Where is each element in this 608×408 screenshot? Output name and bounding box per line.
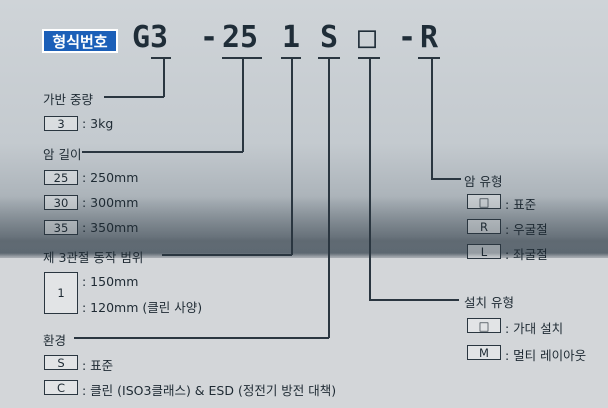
env-code-box-s: S — [44, 355, 78, 370]
install-desc-stand: : 가대 설치 — [505, 321, 564, 336]
connector-armtype-v — [431, 59, 433, 179]
payload-code-box: 3 — [44, 116, 78, 131]
env-title: 환경 — [43, 333, 67, 348]
connector-env-h — [74, 337, 329, 339]
code-dash-1: - — [200, 20, 219, 55]
armtype-code-box-r: R — [467, 219, 501, 234]
connector-payload-v — [163, 59, 165, 97]
arm-code-box-30: 30 — [44, 195, 78, 210]
code-arm-type: R — [420, 20, 439, 55]
armtype-code-box-l: L — [467, 244, 501, 259]
joint3-title: 제 3관절 동작 범위 — [43, 250, 144, 265]
arm-desc-25: : 250mm — [82, 170, 139, 185]
armtype-desc-l: : 좌굴절 — [505, 247, 548, 262]
joint3-code-box: 1 — [44, 272, 78, 314]
code-series: G3 — [132, 20, 169, 55]
connector-arm-h — [82, 151, 243, 153]
arm-desc-30: : 300mm — [82, 195, 139, 210]
connector-armtype-h — [431, 178, 461, 180]
connector-env-v — [328, 59, 330, 338]
model-number-badge: 형식번호 — [42, 29, 118, 53]
code-dash-2: - — [398, 20, 417, 55]
code-joint3-range: 1 — [282, 20, 301, 55]
env-desc-s: : 표준 — [82, 358, 114, 373]
install-desc-m: : 멀티 레이아웃 — [505, 348, 587, 363]
install-code-box-m: M — [467, 345, 501, 360]
connector-install-h — [369, 299, 459, 301]
connector-install-v — [369, 59, 371, 300]
env-desc-c: : 클린 (ISO3클래스) & ESD (정전기 방전 대책) — [82, 383, 337, 398]
code-install-type: □ — [358, 20, 377, 55]
connector-joint3-h — [162, 254, 292, 256]
payload-title: 가반 중량 — [43, 92, 93, 107]
install-code-box-stand: □ — [467, 318, 501, 333]
connector-arm-v — [242, 59, 244, 152]
armtype-title: 암 유형 — [464, 174, 503, 189]
armtype-desc-standard: : 표준 — [505, 197, 537, 212]
install-title: 설치 유형 — [464, 295, 514, 310]
arm-length-title: 암 길이 — [43, 147, 82, 162]
code-arm-length: 25 — [222, 20, 259, 55]
arm-code-box-25: 25 — [44, 170, 78, 185]
payload-desc: : 3kg — [82, 116, 114, 131]
arm-code-box-35: 35 — [44, 220, 78, 235]
arm-desc-35: : 350mm — [82, 220, 139, 235]
armtype-desc-r: : 우굴절 — [505, 222, 548, 237]
joint3-desc-2: : 120mm (클린 사양) — [82, 300, 203, 315]
env-code-box-c: C — [44, 380, 78, 395]
armtype-code-box-standard: □ — [467, 194, 501, 209]
connector-payload-h — [104, 96, 164, 98]
underline-payload — [151, 57, 171, 59]
code-environment: S — [320, 20, 339, 55]
underline-arm-type — [418, 57, 440, 59]
connector-joint3-v — [291, 59, 293, 255]
joint3-desc-1: : 150mm — [82, 274, 139, 289]
